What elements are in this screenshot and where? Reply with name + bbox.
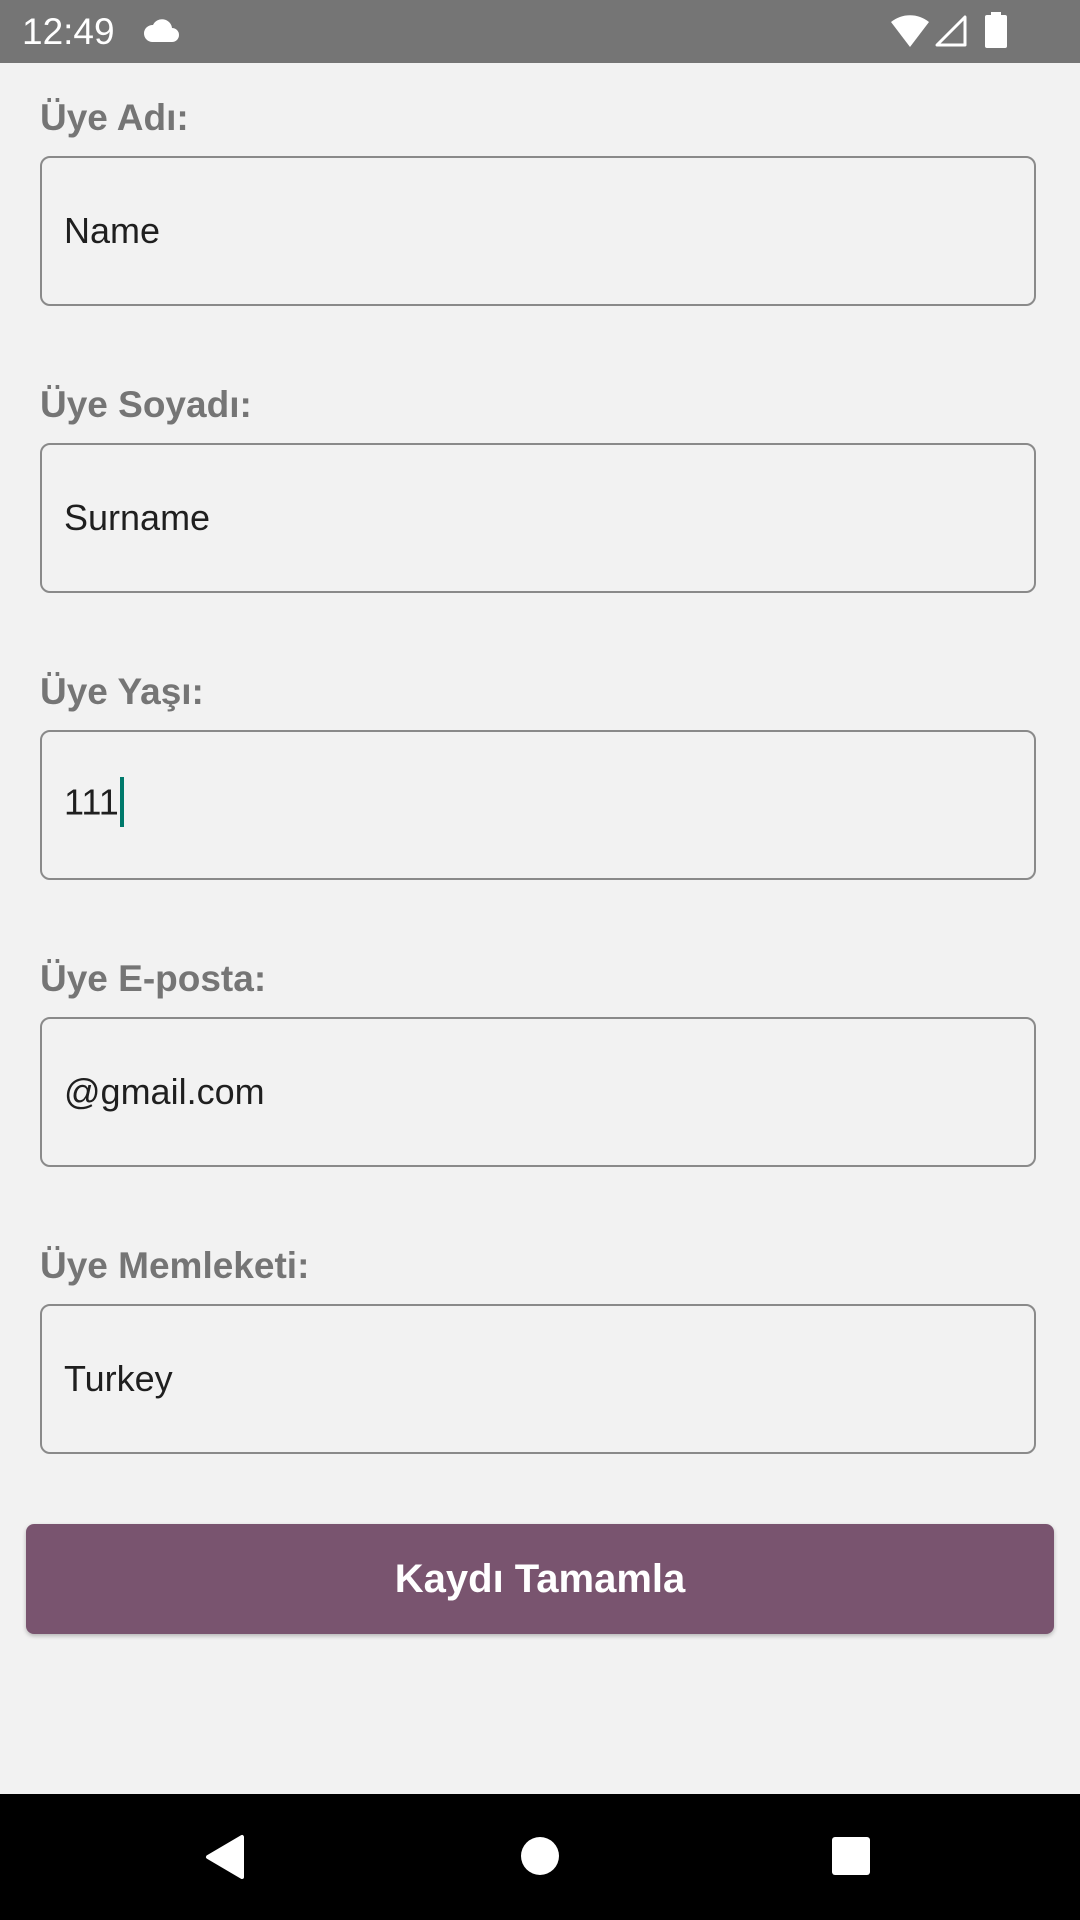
- home-icon[interactable]: [520, 1836, 560, 1876]
- hometown-field[interactable]: Turkey: [40, 1304, 1036, 1454]
- complete-registration-button[interactable]: Kaydı Tamamla: [26, 1524, 1054, 1634]
- email-label: Üye E-posta:: [40, 958, 267, 999]
- email-field-value: @gmail.com: [64, 1071, 265, 1112]
- email-field[interactable]: @gmail.com: [40, 1017, 1036, 1167]
- age-field-text: 111: [64, 777, 124, 830]
- status-bar: 12:49: [0, 0, 1080, 63]
- text-cursor: [119, 777, 124, 827]
- name-label: Üye Adı:: [40, 97, 189, 138]
- surname-label: Üye Soyadı:: [40, 384, 252, 425]
- navigation-bar: [0, 1794, 1080, 1920]
- surname-field-value: Surname: [64, 497, 211, 538]
- back-icon[interactable]: [204, 1834, 244, 1880]
- hometown-field-value: Turkey: [64, 1358, 173, 1399]
- name-field[interactable]: Name: [40, 156, 1036, 306]
- name-field-value: Name: [64, 210, 161, 251]
- hometown-label: Üye Memleketi:: [40, 1245, 310, 1286]
- battery-icon: [985, 12, 1007, 48]
- wifi-icon: [891, 15, 929, 48]
- cloud-icon: [143, 19, 179, 42]
- age-field-value: 111: [64, 781, 119, 823]
- age-field[interactable]: 111: [40, 730, 1036, 880]
- signal-icon: [935, 15, 967, 47]
- status-time: 12:49: [22, 11, 115, 52]
- age-label: Üye Yaşı:: [40, 671, 204, 712]
- surname-field[interactable]: Surname: [40, 443, 1036, 593]
- recents-icon[interactable]: [831, 1836, 871, 1876]
